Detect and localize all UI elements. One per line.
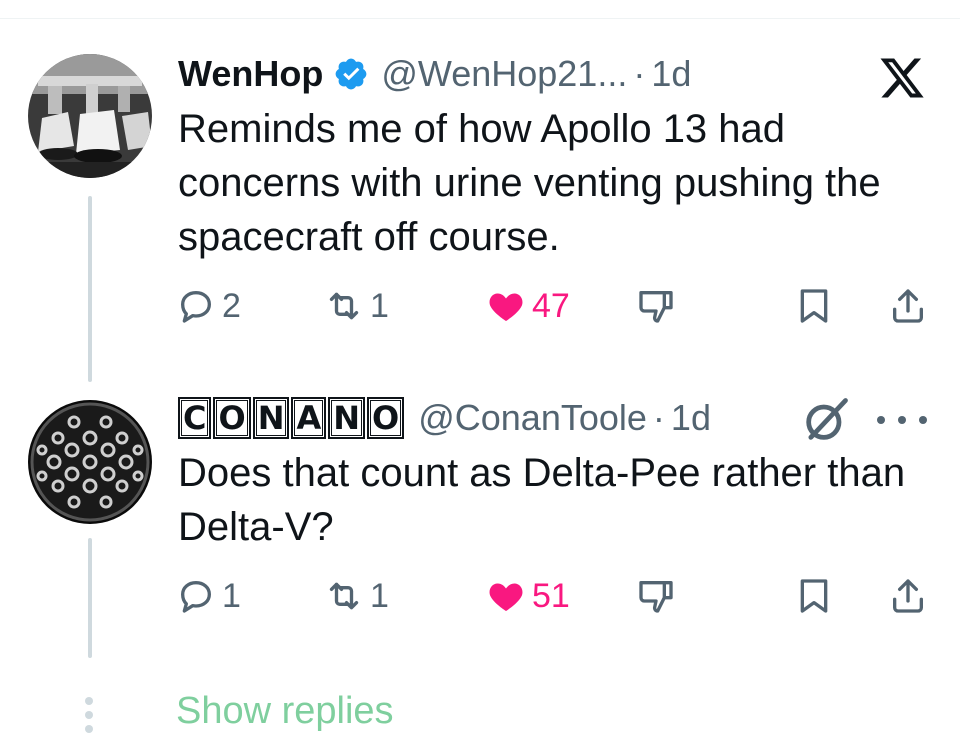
grok-icon[interactable] [800,394,852,446]
share-icon [893,579,923,613]
like-button[interactable]: 47 [486,286,570,326]
separator-dot: · [633,53,646,94]
bookmark-button[interactable] [794,286,834,326]
bookmark-icon [800,579,828,613]
heart-icon [489,583,523,611]
timestamp[interactable]: 1d [671,396,711,440]
avatar-wenhop[interactable] [28,54,152,178]
dislike-icon [639,581,673,613]
name-letter: C [178,397,212,439]
repost-icon [329,582,359,610]
action-bar: 1 1 51 [176,576,936,626]
reply-button[interactable]: 1 [176,576,241,616]
display-name[interactable]: WenHop [178,52,323,96]
repost-icon [329,292,359,320]
name-letter: N [328,397,366,439]
dislike-button[interactable] [636,576,676,616]
thread-line [88,538,92,658]
thread-line [88,196,92,382]
tweet-header: WenHop @WenHop21... · 1d [178,52,691,96]
separator-dot: · [652,397,665,438]
avatar-conantoole[interactable] [28,400,152,524]
dislike-icon [639,291,673,323]
bookmark-icon [800,289,828,323]
action-bar: 2 1 47 [176,286,936,336]
reply-icon [181,291,211,323]
reply-count: 1 [222,576,241,615]
handle[interactable]: @WenHop21... [381,52,627,96]
share-button[interactable] [888,286,928,326]
show-replies-link[interactable]: Show replies [176,690,394,733]
reply-count: 2 [222,286,241,325]
verified-badge-icon [335,58,367,90]
name-letter: O [367,397,405,439]
tweet-text: Reminds me of how Apollo 13 had concerns… [178,107,881,259]
name-letter: O [213,397,251,439]
display-name[interactable]: C O N A N O [178,397,406,439]
tweet-text: Does that count as Delta-Pee rather than… [178,451,906,549]
dislike-button[interactable] [636,286,676,326]
bookmark-button[interactable] [794,576,834,616]
name-letter: A [291,397,327,439]
handle[interactable]: @ConanToole [418,396,647,440]
x-logo-icon [880,58,924,98]
timestamp[interactable]: 1d [651,52,691,96]
like-count: 51 [532,576,570,615]
name-letter: N [252,397,290,439]
like-button[interactable]: 51 [486,576,570,616]
share-icon [893,289,923,323]
repost-button[interactable]: 1 [324,286,389,326]
repost-button[interactable]: 1 [324,576,389,616]
reply-button[interactable]: 2 [176,286,241,326]
reply-icon [181,581,211,613]
repost-count: 1 [370,576,389,615]
repost-count: 1 [370,286,389,325]
top-divider [0,18,960,19]
more-icon[interactable] [874,413,930,427]
tweet-header: C O N A N O @ConanToole · 1d [178,396,711,440]
like-count: 47 [532,286,570,325]
vertical-dots-icon [85,697,93,733]
heart-icon [489,293,523,321]
share-button[interactable] [888,576,928,616]
